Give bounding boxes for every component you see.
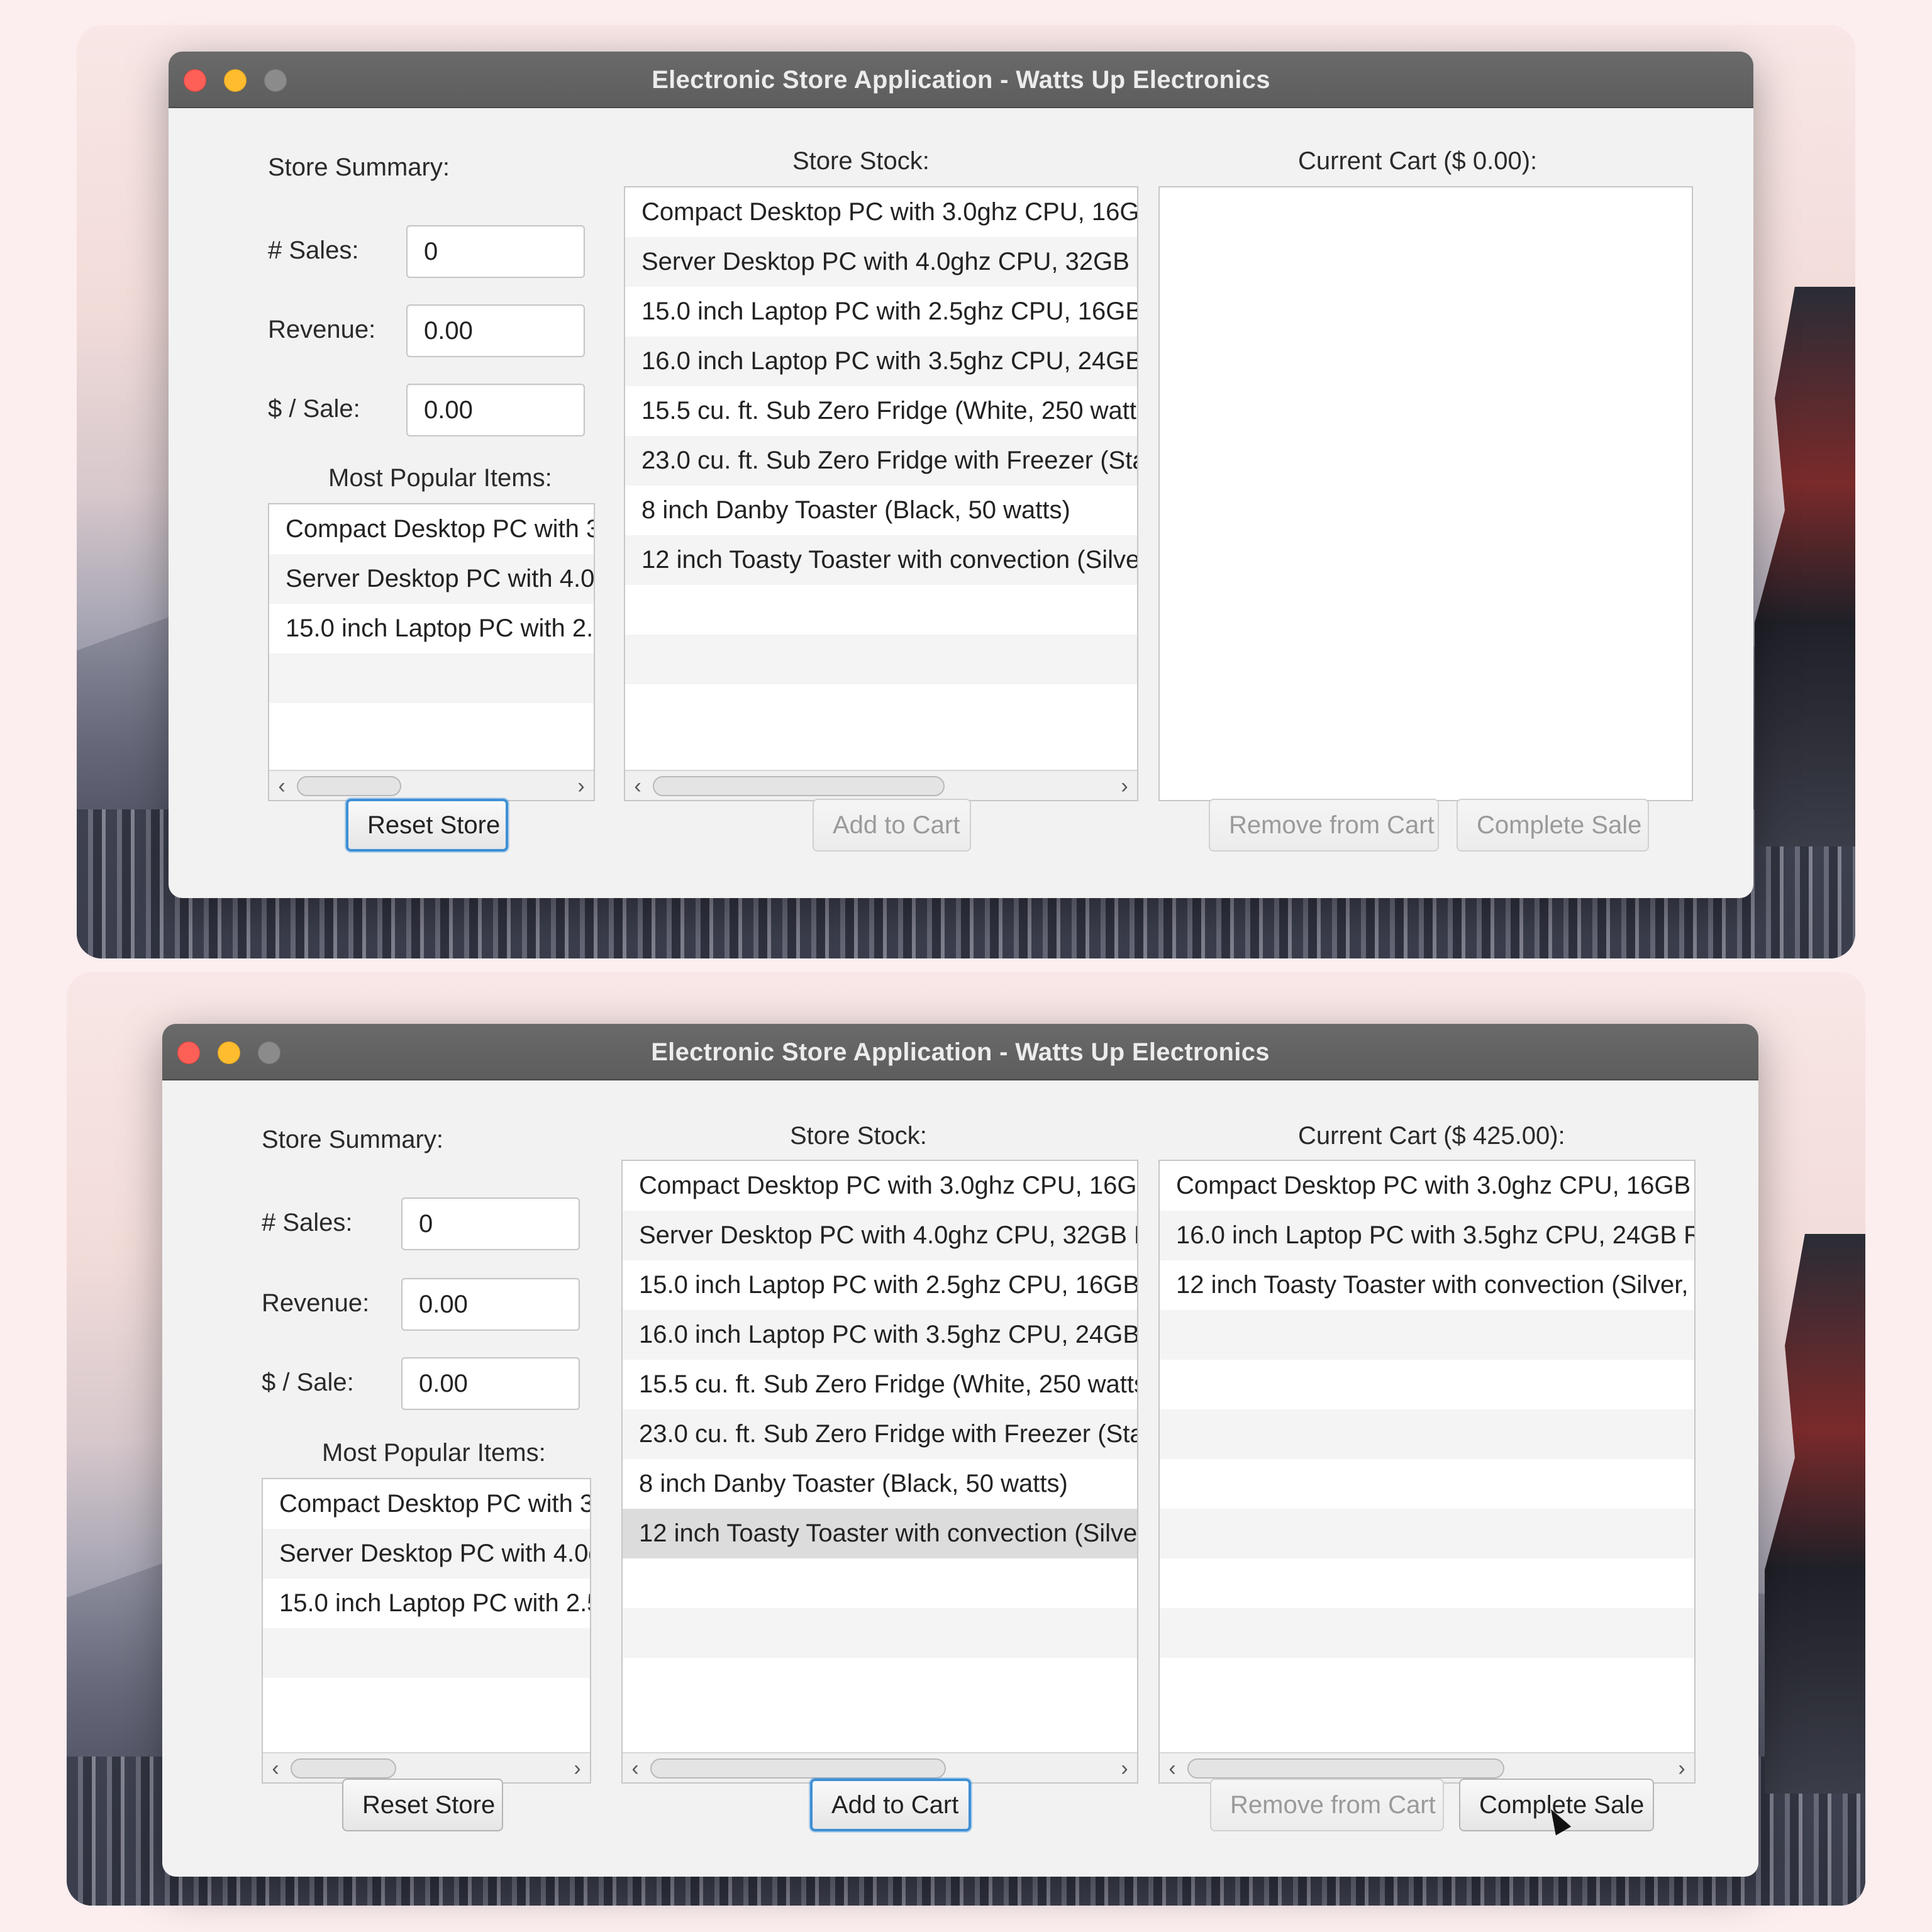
horizontal-scrollbar[interactable]: ‹ › [623,1752,1137,1782]
list-item[interactable]: Server Desktop PC with 4.0ghz CPU, 32GB … [623,1211,1137,1260]
scroll-left-icon[interactable]: ‹ [623,1756,648,1781]
store-stock-label: Store Stock: [792,147,930,175]
empty-list-row[interactable] [1160,1459,1694,1509]
scroll-left-icon[interactable]: ‹ [263,1756,288,1781]
scroll-right-icon[interactable]: › [1112,774,1137,799]
scroll-thumb[interactable] [291,1758,396,1779]
most-popular-list[interactable]: Compact Desktop PC with 3 Server Desktop … [262,1478,591,1784]
store-summary-label: Store Summary: [262,1126,443,1153]
remove-from-cart-button[interactable]: Remove from Cart [1209,799,1439,852]
list-item[interactable]: 12 inch Toasty Toaster with convection (… [623,1509,1137,1558]
list-item[interactable]: Compact Desktop PC with 3 [263,1479,590,1529]
add-to-cart-button[interactable]: Add to Cart [813,799,971,852]
scroll-thumb[interactable] [1187,1758,1504,1779]
empty-list-row[interactable] [1160,1608,1694,1658]
scroll-right-icon[interactable]: › [565,1756,590,1781]
horizontal-scrollbar[interactable]: ‹ › [625,770,1137,800]
revenue-label: Revenue: [262,1289,370,1317]
empty-list-row[interactable] [269,653,594,703]
list-item[interactable]: Server Desktop PC with 4.0ghz CPU, 32GB … [625,237,1137,287]
list-item[interactable]: 15.5 cu. ft. Sub Zero Fridge (White, 250… [625,386,1137,436]
list-item[interactable]: Compact Desktop PC with 3 [269,504,594,554]
list-item[interactable]: 16.0 inch Laptop PC with 3.5ghz CPU, 24G… [623,1310,1137,1360]
revenue-field[interactable]: 0.00 [401,1278,580,1331]
store-stock-label: Store Stock: [790,1122,927,1150]
most-popular-list[interactable]: Compact Desktop PC with 3 Server Desktop … [268,503,595,801]
most-popular-label: Most Popular Items: [328,464,552,492]
list-item[interactable]: 15.0 inch Laptop PC with 2.5 [263,1579,590,1628]
window-title: Electronic Store Application - Watts Up … [652,66,1270,94]
empty-list-row[interactable] [623,1558,1137,1608]
title-bar[interactable]: Electronic Store Application - Watts Up … [169,52,1753,108]
revenue-label: Revenue: [268,316,376,343]
per-sale-field[interactable]: 0.00 [401,1357,580,1410]
most-popular-label: Most Popular Items: [322,1439,546,1467]
current-cart-list[interactable]: Compact Desktop PC with 3.0ghz CPU, 16GB… [1158,1160,1696,1784]
per-sale-label: $ / Sale: [268,395,360,423]
list-item[interactable]: Compact Desktop PC with 3.0ghz CPU, 16GB [623,1161,1137,1211]
store-window-top: Electronic Store Application - Watts Up … [169,52,1753,898]
empty-list-row[interactable] [1160,1360,1694,1409]
list-item[interactable]: 16.0 inch Laptop PC with 3.5ghz CPU, 24G… [625,336,1137,386]
revenue-field[interactable]: 0.00 [406,304,585,357]
current-cart-label: Current Cart ($ 0.00): [1298,147,1538,175]
list-item[interactable]: 15.0 inch Laptop PC with 2.5ghz CPU, 16G… [623,1260,1137,1310]
title-bar[interactable]: Electronic Store Application - Watts Up … [162,1024,1758,1080]
store-stock-list[interactable]: Compact Desktop PC with 3.0ghz CPU, 16GB… [624,186,1138,801]
empty-list-row[interactable] [1160,1658,1694,1707]
list-item[interactable]: Server Desktop PC with 4.0g [269,554,594,604]
list-item[interactable]: 15.5 cu. ft. Sub Zero Fridge (White, 250… [623,1360,1137,1409]
scroll-left-icon[interactable]: ‹ [625,774,650,799]
per-sale-field[interactable]: 0.00 [406,384,585,436]
empty-list-row[interactable] [1160,1409,1694,1459]
empty-list-row[interactable] [1160,1310,1694,1360]
empty-list-row[interactable] [1160,1558,1694,1608]
empty-list-row[interactable] [623,1658,1137,1707]
scroll-right-icon[interactable]: › [1112,1756,1137,1781]
add-to-cart-button[interactable]: Add to Cart [810,1779,971,1831]
list-item[interactable]: 12 inch Toasty Toaster with convection (… [625,535,1137,585]
list-item[interactable]: 23.0 cu. ft. Sub Zero Fridge with Freeze… [623,1409,1137,1459]
empty-list-row[interactable] [625,585,1137,635]
scroll-left-icon[interactable]: ‹ [1160,1756,1185,1781]
sales-field[interactable]: 0 [406,225,585,278]
list-item[interactable]: 8 inch Danby Toaster (Black, 50 watts) [625,486,1137,535]
empty-list-row[interactable] [625,635,1137,684]
list-item[interactable]: 16.0 inch Laptop PC with 3.5ghz CPU, 24G… [1160,1211,1694,1260]
list-item[interactable]: 12 inch Toasty Toaster with convection (… [1160,1260,1694,1310]
list-item[interactable]: Server Desktop PC with 4.0g [263,1529,590,1579]
store-summary-label: Store Summary: [268,153,450,181]
scroll-thumb[interactable] [297,776,401,796]
sales-label: # Sales: [262,1209,353,1236]
horizontal-scrollbar[interactable]: ‹ › [1160,1752,1694,1782]
sales-field[interactable]: 0 [401,1197,580,1250]
empty-list-row[interactable] [623,1608,1137,1658]
scroll-thumb[interactable] [653,776,945,796]
scroll-left-icon[interactable]: ‹ [269,774,294,799]
remove-from-cart-button[interactable]: Remove from Cart [1210,1779,1444,1831]
horizontal-scrollbar[interactable]: ‹ › [263,1752,590,1782]
list-item[interactable]: Compact Desktop PC with 3.0ghz CPU, 16GB [625,187,1137,237]
empty-list-row[interactable] [263,1628,590,1678]
complete-sale-button[interactable]: Complete Sale [1457,799,1649,852]
horizontal-scrollbar[interactable]: ‹ › [269,770,594,800]
scroll-thumb[interactable] [650,1758,946,1779]
list-item[interactable]: Compact Desktop PC with 3.0ghz CPU, 16GB… [1160,1161,1694,1211]
reset-store-button[interactable]: Reset Store [342,1779,503,1831]
current-cart-label: Current Cart ($ 425.00): [1298,1122,1565,1150]
list-item[interactable]: 23.0 cu. ft. Sub Zero Fridge with Freeze… [625,436,1137,486]
scroll-right-icon[interactable]: › [569,774,594,799]
store-window-bottom: Electronic Store Application - Watts Up … [162,1024,1758,1877]
sales-label: # Sales: [268,236,359,264]
window-title: Electronic Store Application - Watts Up … [651,1038,1270,1066]
reset-store-button[interactable]: Reset Store [346,799,508,852]
list-item[interactable]: 15.0 inch Laptop PC with 2.5 [269,604,594,653]
per-sale-label: $ / Sale: [262,1368,354,1396]
empty-list-row[interactable] [1160,1509,1694,1558]
list-item[interactable]: 8 inch Danby Toaster (Black, 50 watts) [623,1459,1137,1509]
current-cart-list[interactable] [1158,186,1693,801]
scroll-right-icon[interactable]: › [1669,1756,1694,1781]
list-item[interactable]: 15.0 inch Laptop PC with 2.5ghz CPU, 16G… [625,287,1137,336]
store-stock-list[interactable]: Compact Desktop PC with 3.0ghz CPU, 16GB… [621,1160,1138,1784]
